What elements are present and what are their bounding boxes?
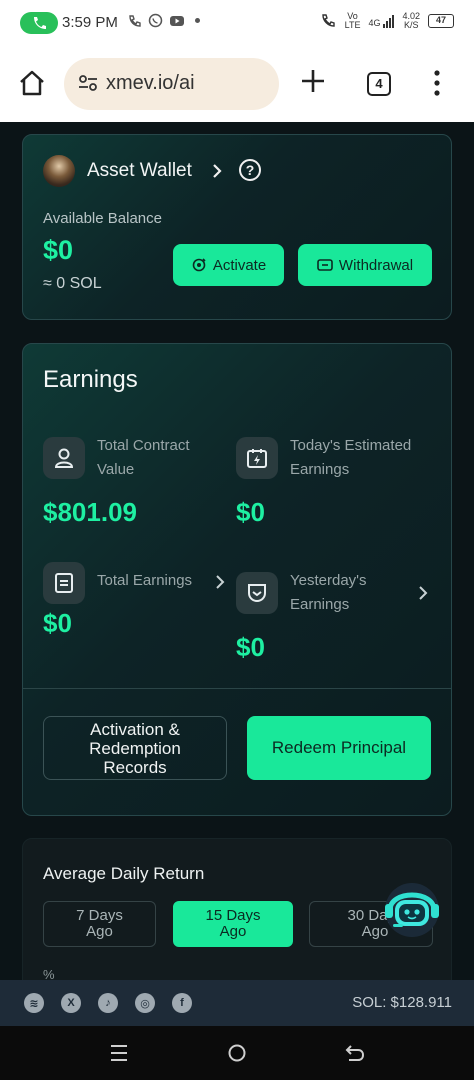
today-icon-box (236, 437, 278, 479)
footer-bar: ≋ X ♪ ◎ f SOL: $128.911 (0, 980, 474, 1026)
data-speed: 4.02 K/S (402, 11, 420, 30)
tab-switcher-button[interactable]: 4 (367, 72, 391, 96)
wallet-icon (317, 259, 333, 271)
more-menu-icon[interactable] (433, 70, 441, 96)
todays-estimated-label: Today's Estimated Earnings (290, 437, 412, 478)
volte-indicator: Vo LTE (344, 11, 361, 30)
withdrawal-label: Withdrawal (338, 256, 414, 274)
withdrawal-button[interactable]: Withdrawal (298, 244, 432, 286)
total-earnings-chevron-icon[interactable] (215, 575, 225, 589)
balance-sol: ≈ 0 SOL (43, 275, 102, 292)
phone-icon (34, 17, 46, 29)
redeem-principal-button[interactable]: Redeem Principal (247, 716, 431, 780)
available-balance-label: Available Balance (43, 210, 162, 227)
user-icon (54, 448, 74, 468)
activate-button[interactable]: Activate (173, 244, 284, 286)
yesterdays-earnings-value: $0 (236, 632, 265, 662)
earnings-title: Earnings (43, 366, 138, 393)
wallet-title[interactable]: Asset Wallet (87, 160, 192, 182)
home-nav-icon[interactable] (227, 1043, 247, 1063)
system-nav-bar (0, 1026, 474, 1080)
notification-dot-icon (195, 18, 200, 23)
activate-icon (192, 258, 206, 272)
tiktok-icon[interactable]: ♪ (98, 993, 118, 1013)
youtube-icon (170, 15, 184, 26)
yesterdays-earnings-chevron-icon[interactable] (418, 586, 428, 600)
status-bar: 3:59 PM Vo LTE 4G 4.02 K/S 47 (0, 0, 474, 46)
x-twitter-icon[interactable]: X (61, 993, 81, 1013)
total-earnings-icon-box (43, 562, 85, 604)
activation-records-button[interactable]: Activation & Redemption Records (43, 716, 227, 780)
url-text[interactable]: xmev.io/ai (106, 72, 195, 95)
chevron-right-icon[interactable] (211, 163, 223, 179)
instagram-icon[interactable]: ◎ (135, 993, 155, 1013)
avatar[interactable] (43, 155, 75, 187)
todays-estimated-value: $0 (236, 497, 265, 527)
tab-7-days[interactable]: 7 Days Ago (43, 901, 156, 947)
total-contract-label: Total Contract Value (97, 437, 190, 478)
yesterdays-earnings-label[interactable]: Yesterday's Earnings (290, 569, 400, 617)
back-nav-icon[interactable] (344, 1043, 366, 1063)
status-time: 3:59 PM (62, 14, 118, 31)
activate-label: Activate (212, 256, 267, 274)
home-icon[interactable] (18, 70, 46, 96)
balance-value: $0 (43, 235, 74, 265)
asset-wallet-card: Asset Wallet ? Available Balance $0 ≈ 0 … (22, 134, 452, 320)
address-bar[interactable]: xmev.io/ai (64, 58, 279, 110)
total-earnings-value: $0 (43, 608, 72, 638)
earnings-divider (23, 688, 451, 689)
layers-icon[interactable]: ≋ (24, 993, 44, 1013)
document-icon (55, 573, 73, 593)
yesterday-icon-box (236, 572, 278, 614)
recent-apps-icon[interactable] (109, 1044, 129, 1062)
robot-assistant-icon[interactable] (380, 880, 444, 940)
call-indicator (20, 12, 58, 34)
sol-price: SOL: $128.911 (352, 994, 452, 1011)
facebook-icon[interactable]: f (172, 993, 192, 1013)
tab-15-days[interactable]: 15 Days Ago (173, 901, 293, 947)
battery-icon: 47 (428, 14, 454, 28)
call-log-icon (129, 14, 141, 27)
whatsapp-icon (148, 13, 163, 28)
signal-icon: 4G (368, 14, 395, 28)
hd-call-icon (321, 14, 335, 27)
browser-toolbar: xmev.io/ai 4 (0, 46, 474, 122)
pocket-icon (248, 584, 266, 603)
calendar-bolt-icon (247, 449, 267, 468)
average-daily-return-title: Average Daily Return (43, 864, 205, 883)
contract-icon-box (43, 437, 85, 479)
help-icon[interactable]: ? (239, 159, 261, 181)
site-settings-icon[interactable] (78, 74, 98, 92)
earnings-card: Earnings Total Contract Value $801.09 To… (22, 343, 452, 816)
total-contract-value: $801.09 (43, 497, 137, 527)
total-earnings-label[interactable]: Total Earnings (97, 569, 192, 593)
new-tab-icon[interactable] (300, 68, 326, 94)
